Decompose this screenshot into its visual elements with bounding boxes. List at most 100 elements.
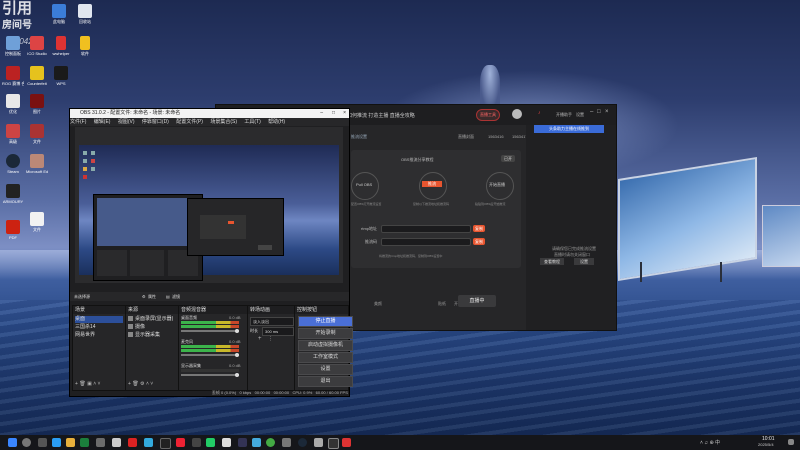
stream-key-field[interactable] xyxy=(381,238,471,246)
minimize-icon[interactable]: – xyxy=(320,109,323,118)
status-pill[interactable]: 直播工具 xyxy=(476,109,500,121)
start-recording-button[interactable]: 开始录制 xyxy=(298,328,353,339)
filter-icon[interactable]: ▤ xyxy=(166,292,170,301)
scene-item[interactable]: 三国杀14 xyxy=(75,324,123,331)
source-gear-icon[interactable]: ⚙ xyxy=(140,381,144,387)
obs-taskbar-icon[interactable] xyxy=(328,438,339,449)
app-icon[interactable] xyxy=(96,438,105,447)
menu-help[interactable]: 帮助(H) xyxy=(268,119,285,125)
menu-profile[interactable]: 配置文件(P) xyxy=(176,119,203,125)
settings-link[interactable]: 设置 xyxy=(576,112,584,118)
desktop-icon[interactable]: 文件 xyxy=(26,124,48,144)
delete-source-icon[interactable]: 🗑 xyxy=(132,381,138,387)
app-icon[interactable] xyxy=(52,438,61,447)
promo-banner[interactable]: 头条助力主播在线推到 xyxy=(534,125,604,133)
add-scene-icon[interactable]: + xyxy=(75,381,78,387)
rtmp-field[interactable] xyxy=(381,225,471,233)
panel-toggle[interactable]: 已开 xyxy=(501,155,515,162)
studio-mode-button[interactable]: 工作室模式 xyxy=(298,352,353,363)
app-icon[interactable] xyxy=(252,438,261,447)
app-icon[interactable] xyxy=(206,438,215,447)
avatar[interactable] xyxy=(512,109,522,119)
volume-slider[interactable] xyxy=(181,374,239,376)
tutorial-button[interactable]: 查看教程 xyxy=(540,258,564,265)
volume-slider[interactable] xyxy=(181,354,239,356)
volume-knob[interactable] xyxy=(235,329,239,333)
sticker-tool[interactable]: 贴纸 xyxy=(438,301,446,307)
move-up-icon[interactable]: ˄ xyxy=(146,381,149,387)
scene-filter-icon[interactable]: ▣ xyxy=(87,381,92,387)
source-item[interactable]: 摄像 xyxy=(128,324,176,331)
close-icon[interactable]: × xyxy=(343,109,346,118)
desktop-icon[interactable]: WPS xyxy=(50,66,72,86)
steam-icon[interactable] xyxy=(298,438,307,447)
desktop-icon[interactable]: 优化 xyxy=(2,94,24,114)
copy-key-button[interactable]: 复制 xyxy=(473,238,485,245)
task-view-icon[interactable] xyxy=(38,438,47,447)
gear-icon[interactable]: ⚙ xyxy=(142,292,146,301)
obs-window[interactable]: OBS 31.0.2 - 配置文件: 未命名 - 场景: 未命名 – □ × 文… xyxy=(69,108,353,397)
app-icon[interactable] xyxy=(222,438,231,447)
volume-knob[interactable] xyxy=(235,373,239,377)
transition-select[interactable]: 淡入淡出 xyxy=(250,317,294,326)
app-icon[interactable] xyxy=(80,438,89,447)
desktop-icon[interactable]: ICO Studio xyxy=(26,36,48,56)
volume-slider[interactable] xyxy=(181,330,239,332)
exit-button[interactable]: 退出 xyxy=(298,376,353,387)
app-icon[interactable] xyxy=(282,438,291,447)
desktop-icon[interactable]: 文件 xyxy=(26,212,48,232)
app-icon[interactable] xyxy=(144,438,153,447)
folder-icon[interactable] xyxy=(66,438,75,447)
copy-rtmp-button[interactable]: 复制 xyxy=(473,225,485,232)
desktop-icon[interactable]: ARMOURY xyxy=(2,184,24,204)
scene-item[interactable]: 桌面 xyxy=(75,316,123,323)
tray-icons[interactable]: ˄ ♫ ⊕ 中 xyxy=(700,439,720,446)
maximize-icon[interactable]: □ xyxy=(597,109,601,115)
cover-link[interactable]: 直播封面 xyxy=(458,134,474,140)
menu-tools[interactable]: 工具(T) xyxy=(244,119,260,125)
stop-streaming-button[interactable]: 停止直播 xyxy=(298,316,353,327)
side-settings-button[interactable]: 设置 xyxy=(574,258,594,265)
minimize-icon[interactable]: – xyxy=(590,109,593,115)
source-item[interactable]: 桌面录屏(显示器) xyxy=(128,316,176,323)
move-down-icon[interactable]: ˅ xyxy=(150,381,153,387)
app-icon[interactable] xyxy=(128,438,137,447)
clock-date[interactable]: 2025/5/4 xyxy=(758,442,774,447)
app-icon[interactable] xyxy=(342,438,351,447)
start-icon[interactable] xyxy=(8,438,17,447)
duration-input[interactable]: 300 ms xyxy=(262,327,294,336)
delete-scene-icon[interactable]: 🗑 xyxy=(79,381,85,387)
desktop-icon[interactable]: wwhelper xyxy=(50,36,72,56)
close-icon[interactable]: × xyxy=(605,109,609,115)
desktop-icon[interactable]: PDF xyxy=(2,220,24,240)
bell-icon[interactable]: ♪ xyxy=(538,110,541,116)
app-icon[interactable] xyxy=(160,438,171,449)
menu-file[interactable]: 文件(F) xyxy=(70,119,86,125)
beauty-tool[interactable]: 美颜 xyxy=(374,301,382,307)
desktop-icon[interactable]: 图片 xyxy=(26,94,48,114)
scene-item[interactable]: 网易世界 xyxy=(75,332,123,339)
desktop-icon[interactable]: Microsoft Edge xyxy=(26,154,48,174)
app-icon[interactable] xyxy=(112,438,121,447)
obs-preview[interactable] xyxy=(75,127,343,283)
desktop-icon[interactable]: 回收站 xyxy=(74,4,96,24)
move-up-icon[interactable]: ˄ xyxy=(93,381,96,387)
add-source-icon[interactable]: + xyxy=(128,381,131,387)
app-icon[interactable] xyxy=(192,438,201,447)
properties-button[interactable]: 属性 xyxy=(148,292,156,301)
menu-docks[interactable]: 停靠窗口(D) xyxy=(142,119,169,125)
menu-edit[interactable]: 编辑(E) xyxy=(94,119,111,125)
desktop-icon[interactable]: Steam xyxy=(2,154,24,174)
helper-link[interactable]: 开播助手 xyxy=(556,112,572,118)
virtual-camera-button[interactable]: 启动虚拟摄像机 xyxy=(298,340,353,351)
filters-button[interactable]: 滤镜 xyxy=(172,292,180,301)
desktop-icon[interactable]: ROG 赛博 合图小游戏 xyxy=(2,66,24,86)
transition-menu-icon[interactable]: ⋮ xyxy=(268,336,273,342)
notification-icon[interactable] xyxy=(788,439,794,445)
volume-knob[interactable] xyxy=(235,353,239,357)
tab-stream-settings[interactable]: 推流设置 xyxy=(351,134,367,140)
source-item[interactable]: 显示器采集 xyxy=(128,332,176,339)
app-icon[interactable] xyxy=(176,438,185,447)
menu-scene-collection[interactable]: 场景集合(S) xyxy=(210,119,237,125)
desktop-icon[interactable]: 此电脑 xyxy=(48,4,70,24)
